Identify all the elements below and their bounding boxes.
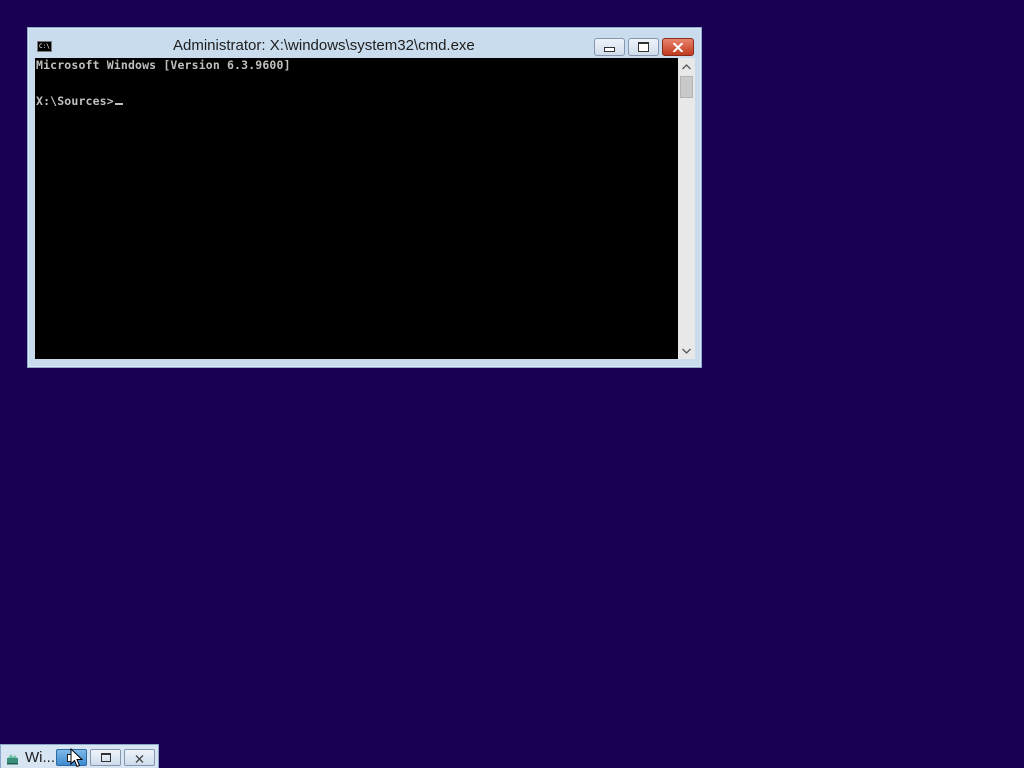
text-cursor bbox=[114, 103, 123, 105]
cmd-window[interactable]: C:\ Administrator: X:\windows\system32\c… bbox=[27, 27, 702, 368]
prompt-text: X:\Sources> bbox=[36, 94, 114, 108]
window-title: Administrator: X:\windows\system32\cmd.e… bbox=[173, 37, 475, 54]
maximize-icon bbox=[638, 42, 649, 52]
scroll-up-arrow-icon[interactable] bbox=[678, 58, 695, 75]
mouse-pointer-icon bbox=[70, 747, 84, 768]
scroll-down-arrow-icon[interactable] bbox=[678, 342, 695, 359]
maximize-button[interactable] bbox=[628, 38, 659, 56]
vertical-scrollbar[interactable] bbox=[678, 58, 695, 359]
scroll-thumb[interactable] bbox=[680, 76, 693, 98]
minimize-icon bbox=[604, 47, 615, 52]
cmd-icon[interactable]: C:\ bbox=[37, 41, 52, 52]
command-prompt[interactable]: X:\Sources> bbox=[36, 94, 123, 108]
title-bar[interactable]: C:\ Administrator: X:\windows\system32\c… bbox=[28, 28, 701, 59]
close-button[interactable] bbox=[662, 38, 694, 56]
close-icon bbox=[135, 748, 144, 767]
close-button[interactable] bbox=[124, 749, 155, 766]
close-icon bbox=[673, 42, 683, 52]
console-line: Microsoft Windows [Version 6.3.9600] bbox=[36, 58, 291, 72]
console-output[interactable]: Microsoft Windows [Version 6.3.9600] X:\… bbox=[35, 58, 678, 359]
minimize-button[interactable] bbox=[594, 38, 625, 56]
minimized-window-title: Wi... bbox=[25, 749, 55, 766]
setup-icon bbox=[6, 750, 19, 765]
maximize-icon bbox=[100, 753, 111, 762]
maximize-button[interactable] bbox=[90, 749, 121, 766]
